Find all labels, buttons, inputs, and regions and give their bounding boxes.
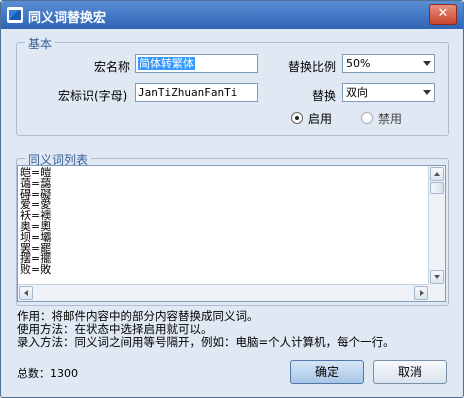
title-bar[interactable]: 同义词替换宏 ✕ bbox=[1, 1, 463, 29]
scroll-left-button[interactable] bbox=[19, 286, 33, 300]
info-input-method: 录入方法：同义词之间用等号隔开，例如：电脑=个人计算机，每个一行。 bbox=[17, 335, 395, 349]
macro-name-label: 宏名称 bbox=[94, 60, 131, 74]
macro-id-label: 宏标识(字母) bbox=[58, 89, 128, 103]
arrow-right-icon bbox=[420, 290, 424, 296]
list-item: 败=敗 bbox=[20, 263, 52, 277]
replace-label: 替换 bbox=[312, 89, 337, 103]
scroll-thumb[interactable] bbox=[430, 182, 444, 194]
ratio-label: 替换比例 bbox=[288, 60, 337, 74]
cancel-button[interactable]: 取消 bbox=[373, 360, 447, 384]
macro-name-input[interactable]: 简体转繁体 bbox=[135, 54, 258, 73]
chevron-down-icon bbox=[423, 61, 431, 66]
ratio-select[interactable]: 50% bbox=[342, 54, 435, 73]
disable-label[interactable]: 禁用 bbox=[378, 110, 402, 127]
arrow-up-icon bbox=[434, 172, 440, 176]
wordlist-content: 皑=皚 蔼=藹 碍=礙 爱=愛 袄=襖 奥=奧 坝=壩 罢=罷 摆=擺 败=敗 bbox=[20, 167, 52, 277]
ok-button[interactable]: 确定 bbox=[290, 360, 364, 384]
total-count: 总数：1300 bbox=[17, 367, 78, 380]
wordlist-textarea[interactable]: 皑=皚 蔼=藹 碍=礙 爱=愛 袄=襖 奥=奧 坝=壩 罢=罷 摆=擺 败=敗 bbox=[17, 165, 446, 302]
window-title: 同义词替换宏 bbox=[28, 11, 107, 26]
scroll-up-button[interactable] bbox=[430, 167, 444, 181]
vertical-scrollbar[interactable] bbox=[428, 166, 445, 285]
app-logo-icon bbox=[7, 7, 23, 23]
scroll-down-button[interactable] bbox=[430, 270, 444, 284]
macro-id-input[interactable]: JanTiZhuanFanTi bbox=[135, 83, 258, 102]
ratio-value: 50% bbox=[346, 57, 371, 70]
dialog-window: 同义词替换宏 ✕ 基本 宏名称 简体转繁体 宏标识(字母) JanTiZhuan… bbox=[0, 0, 464, 398]
scroll-right-button[interactable] bbox=[414, 286, 428, 300]
replace-value: 双向 bbox=[346, 86, 368, 99]
disable-radio[interactable] bbox=[361, 112, 373, 124]
enable-radio[interactable] bbox=[291, 112, 303, 124]
replace-select[interactable]: 双向 bbox=[342, 83, 435, 102]
arrow-down-icon bbox=[434, 275, 440, 279]
basic-group-label: 基本 bbox=[25, 35, 56, 52]
chevron-down-icon bbox=[423, 90, 431, 95]
arrow-left-icon bbox=[24, 290, 28, 296]
scrollbar-corner bbox=[429, 285, 445, 301]
macro-name-value: 简体转繁体 bbox=[138, 57, 195, 70]
enable-label[interactable]: 启用 bbox=[308, 110, 332, 127]
close-button[interactable]: ✕ bbox=[429, 4, 457, 25]
horizontal-scrollbar[interactable] bbox=[18, 284, 429, 301]
